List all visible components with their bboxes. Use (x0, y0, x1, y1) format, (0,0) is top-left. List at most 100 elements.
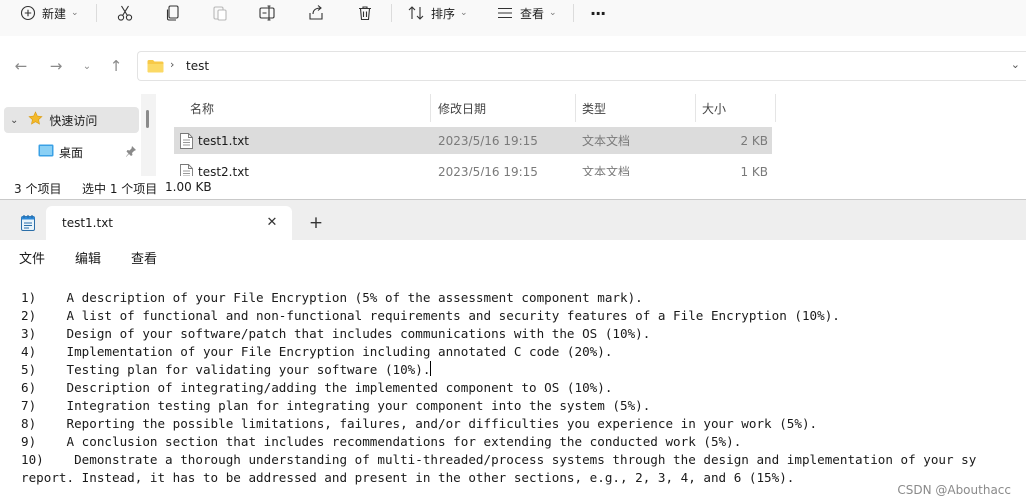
column-label: 名称 (190, 101, 215, 116)
chevron-down-icon: ⌄ (549, 8, 557, 18)
command-bar: 新建 ⌄ 排序 ⌄ 查看 ⌄ ··· (0, 0, 1026, 36)
text-line: 1) A description of your File Encryption… (21, 290, 643, 305)
address-path: test (186, 59, 210, 73)
column-header-name[interactable]: 名称 (190, 94, 214, 122)
arrow-left-icon: ← (14, 57, 28, 75)
file-row[interactable]: test1.txt 2023/5/16 19:15 文本文档 2 KB (174, 127, 772, 154)
view-button-label: 查看 (520, 6, 545, 21)
chevron-right-icon: › (170, 58, 175, 71)
tab-strip: test1.txt ✕ + (0, 200, 1026, 240)
column-header-size[interactable]: 大小 (702, 94, 726, 122)
share-button[interactable] (307, 0, 325, 26)
chevron-down-icon: ⌄ (460, 8, 468, 18)
nav-item-label: 桌面 (59, 145, 84, 160)
column-divider[interactable] (695, 94, 696, 122)
chevron-down-icon[interactable]: ⌄ (1011, 58, 1020, 71)
close-tab-button[interactable]: ✕ (262, 212, 282, 232)
text-line: 10) Demonstrate a thorough understanding… (21, 452, 977, 467)
desktop-icon (38, 144, 54, 160)
file-modified: 2023/5/16 19:15 (438, 164, 538, 177)
text-line: 4) Implementation of your File Encryptio… (21, 344, 613, 359)
file-type: 文本文档 (582, 165, 631, 176)
more-dots-icon: ··· (590, 3, 606, 23)
cut-button[interactable] (116, 0, 134, 26)
menu-bar: 文件 编辑 查看 (0, 240, 1026, 272)
text-file-icon (180, 127, 193, 154)
column-header-modified[interactable]: 修改日期 (438, 94, 486, 122)
text-line: 2) A list of functional and non-function… (21, 308, 840, 323)
menu-view[interactable]: 查看 (131, 248, 157, 267)
file-name: test2.txt (198, 164, 250, 177)
notepad-window: test1.txt ✕ + 文件 编辑 查看 1) A description … (0, 199, 1026, 504)
nav-pane-scrollbar-thumb[interactable] (146, 110, 149, 128)
text-line: 8) Reporting the possible limitations, f… (21, 416, 818, 431)
text-line-with-caret: 5) Testing plan for validating your soft… (21, 361, 432, 379)
csdn-watermark: CSDN @Abouthacc (897, 483, 1011, 497)
pin-icon[interactable] (125, 145, 137, 160)
status-bar: 3 个项目 选中 1 个项目 1.00 KB (0, 176, 1026, 199)
address-input[interactable]: › test ⌄ (137, 51, 1026, 81)
nav-pane-scrollbar-track[interactable] (141, 94, 156, 176)
chevron-down-icon: ⌄ (82, 60, 92, 72)
new-button[interactable]: 新建 ⌄ (20, 0, 79, 26)
file-row[interactable]: test2.txt 2023/5/16 19:15 文本文档 1 KB (174, 158, 772, 176)
nav-item-quick-access[interactable]: ⌄ 快速访问 (4, 107, 139, 133)
recent-locations-button[interactable]: ⌄ (77, 56, 97, 76)
tab-test1[interactable]: test1.txt ✕ (46, 206, 292, 240)
file-explorer-window: 新建 ⌄ 排序 ⌄ 查看 ⌄ ··· ← → ⌄ ↑ › test ⌄ ⌄ 快速… (0, 0, 1026, 199)
text-caret (430, 361, 432, 376)
menu-file[interactable]: 文件 (19, 248, 45, 267)
column-divider[interactable] (430, 94, 431, 122)
navigation-pane: ⌄ 快速访问 桌面 (0, 94, 156, 176)
file-list: 名称 ^ 修改日期 类型 大小 test1.txt 2023/5/16 19:1… (174, 94, 1026, 176)
up-button[interactable]: ↑ (106, 56, 126, 76)
toolbar-divider (573, 4, 574, 22)
star-icon (28, 111, 43, 129)
tab-title: test1.txt (62, 216, 114, 230)
text-line: 5) Testing plan for validating your soft… (21, 362, 431, 377)
status-selected-size: 1.00 KB (165, 180, 212, 194)
column-divider[interactable] (575, 94, 576, 122)
rename-button[interactable] (258, 0, 276, 26)
forward-button[interactable]: → (46, 56, 66, 76)
nav-item-label: 快速访问 (49, 113, 98, 128)
paste-button[interactable] (211, 0, 229, 26)
column-label: 类型 (582, 101, 607, 116)
column-label: 修改日期 (438, 101, 487, 116)
status-selected: 选中 1 个项目 (82, 182, 158, 196)
rename-icon (258, 4, 276, 22)
trash-icon (356, 4, 374, 22)
file-modified: 2023/5/16 19:15 (438, 133, 538, 148)
column-divider[interactable] (775, 94, 776, 122)
text-line: 6) Description of integrating/adding the… (21, 380, 613, 395)
text-file-icon (180, 158, 193, 176)
close-icon: ✕ (266, 214, 278, 230)
copy-icon (164, 4, 182, 22)
status-item-count: 3 个项目 (14, 182, 62, 196)
more-options-button[interactable]: ··· (590, 0, 606, 26)
chevron-down-icon: ⌄ (10, 114, 19, 126)
file-size: 2 KB (740, 133, 768, 148)
scissors-icon (116, 4, 134, 22)
plus-icon: + (308, 213, 324, 233)
toolbar-divider (96, 4, 97, 22)
folder-icon (147, 59, 164, 76)
copy-button[interactable] (164, 0, 182, 26)
nav-item-desktop[interactable]: 桌面 (4, 139, 139, 165)
sort-button[interactable]: 排序 ⌄ (407, 0, 468, 26)
view-button[interactable]: 查看 ⌄ (496, 0, 557, 26)
text-line: 3) Design of your software/patch that in… (21, 326, 651, 341)
arrow-up-icon: ↑ (109, 57, 123, 75)
text-editor[interactable]: 1) A description of your File Encryption… (0, 272, 1026, 504)
back-button[interactable]: ← (11, 56, 31, 76)
new-tab-button[interactable]: + (305, 212, 327, 234)
text-line: 7) Integration testing plan for integrat… (21, 398, 651, 413)
arrow-right-icon: → (49, 57, 63, 75)
column-header-type[interactable]: 类型 (582, 94, 606, 122)
plus-circle-icon (20, 5, 36, 21)
menu-edit[interactable]: 编辑 (75, 248, 101, 267)
sort-arrows-icon (407, 4, 425, 22)
delete-button[interactable] (356, 0, 374, 26)
clipboard-icon (211, 4, 229, 22)
text-line: 9) A conclusion section that includes re… (21, 434, 742, 449)
